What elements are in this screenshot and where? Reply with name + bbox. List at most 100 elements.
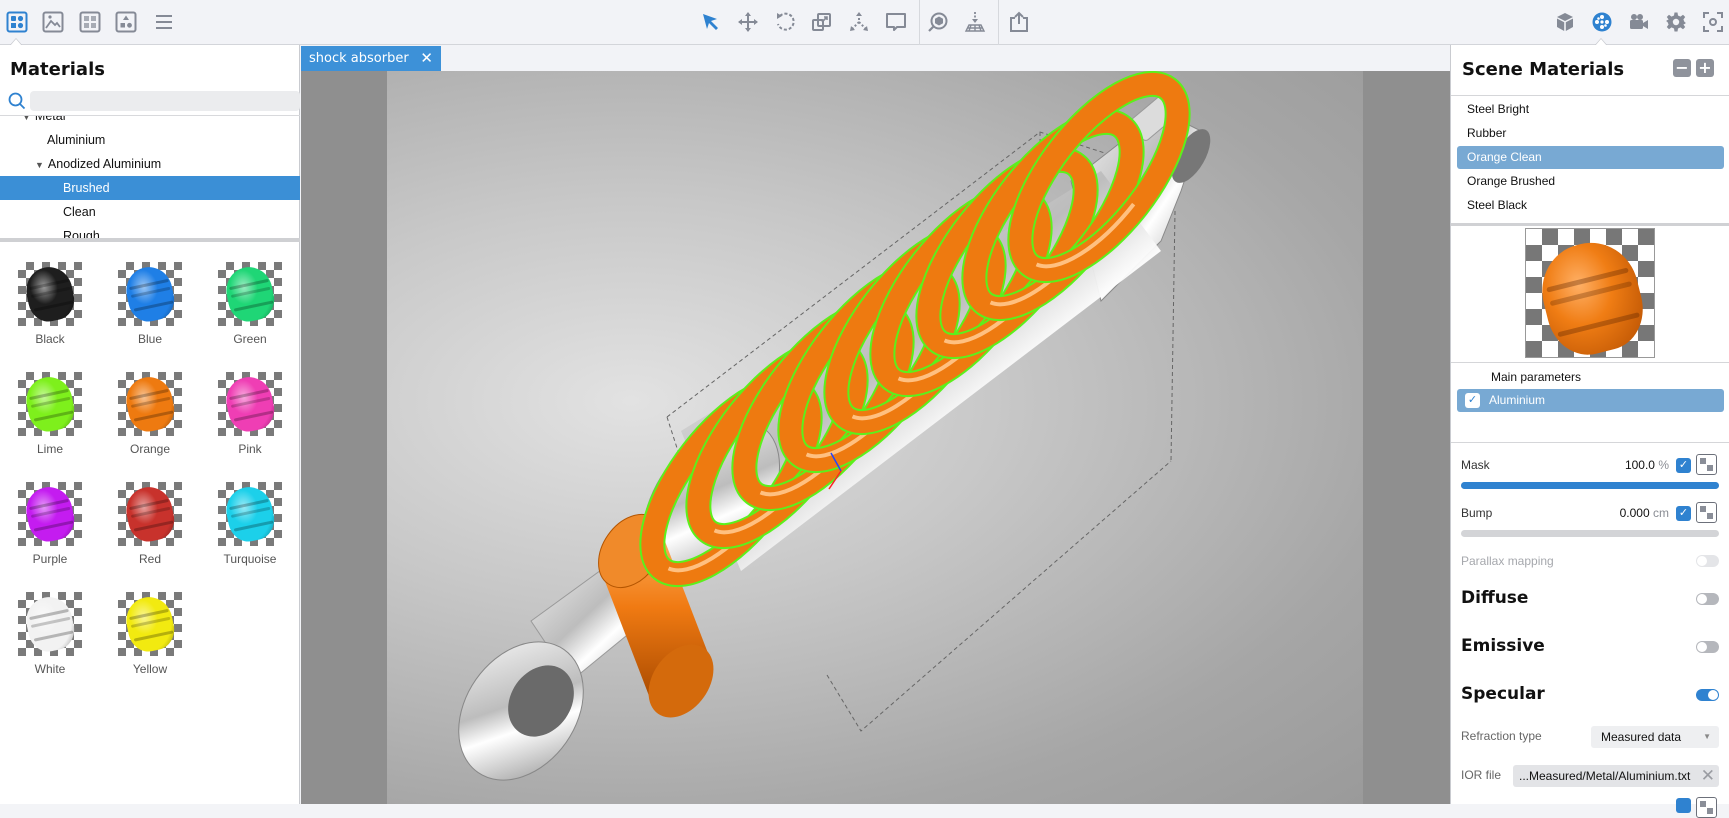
materials-library-icon — [6, 11, 28, 33]
material-swatch-red[interactable]: Red — [100, 462, 200, 572]
settings-icon — [1666, 12, 1686, 32]
screenshot-button[interactable] — [1700, 9, 1726, 35]
diffuse-toggle[interactable] — [1696, 593, 1719, 605]
mask-value[interactable]: 100.0 % — [1625, 458, 1669, 472]
layer-aluminium[interactable]: ✓ Aluminium — [1457, 389, 1724, 412]
swatch-label: Orange — [129, 442, 171, 456]
ior-file-field[interactable]: ...Measured/Metal/Aluminium.txt ✕ — [1513, 765, 1719, 787]
mask-slider[interactable] — [1461, 482, 1719, 489]
tree-item-label: Aluminium — [47, 133, 106, 147]
swatch-thumbnail — [118, 262, 182, 326]
tab-shock-absorber[interactable]: shock absorber ✕ — [301, 46, 441, 71]
tree-item-metal[interactable]: ▼ Metal — [0, 116, 300, 129]
layer-checkbox[interactable]: ✓ — [1465, 393, 1480, 408]
rotate-tool-button[interactable] — [772, 9, 798, 35]
swatch-label: Lime — [36, 442, 63, 456]
scene-material-orange-brushed[interactable]: Orange Brushed — [1457, 170, 1724, 193]
materials-library-button[interactable] — [4, 9, 30, 35]
drop-to-floor-button[interactable] — [962, 9, 988, 35]
divider — [1451, 442, 1729, 443]
export-button[interactable] — [1006, 9, 1032, 35]
3d-viewport[interactable] — [301, 71, 1450, 804]
main-parameters-label: Main parameters — [1491, 370, 1582, 384]
mask-checkbox[interactable]: ✓ — [1676, 458, 1691, 473]
scene-material-steel-bright[interactable]: Steel Bright — [1457, 98, 1724, 121]
swatch-ball — [21, 372, 79, 436]
swatch-label: Purple — [32, 552, 68, 566]
bump-label: Bump — [1461, 506, 1493, 520]
search-input[interactable] — [30, 91, 300, 111]
specular-toggle[interactable] — [1696, 689, 1719, 701]
mask-number: 100.0 — [1624, 458, 1655, 472]
bump-checkbox[interactable]: ✓ — [1676, 506, 1691, 521]
material-swatch-green[interactable]: Green — [200, 242, 300, 352]
refraction-type-label: Refraction type — [1461, 729, 1542, 743]
move-tool-button[interactable] — [735, 9, 761, 35]
swatch-ball — [221, 372, 279, 436]
refraction-type-select[interactable]: Measured data ▼ — [1591, 726, 1719, 748]
drop-to-floor-icon — [964, 12, 986, 32]
material-swatch-pink[interactable]: Pink — [200, 352, 300, 462]
expand-triangle-icon[interactable]: ▼ — [22, 116, 31, 129]
mask-unit: % — [1658, 458, 1669, 472]
material-swatch-blue[interactable]: Blue — [100, 242, 200, 352]
scene-button[interactable] — [113, 9, 139, 35]
remove-material-button[interactable]: − — [1673, 59, 1691, 77]
material-preview — [1525, 228, 1655, 358]
material-swatch-lime[interactable]: Lime — [0, 352, 100, 462]
clear-file-icon[interactable]: ✕ — [1701, 765, 1715, 787]
scale-tool-button[interactable] — [809, 9, 835, 35]
pivot-tool-button[interactable] — [846, 9, 872, 35]
settings-button[interactable] — [1663, 9, 1689, 35]
scene-material-rubber[interactable]: Rubber — [1457, 122, 1724, 145]
emissive-toggle[interactable] — [1696, 641, 1719, 653]
search-row — [6, 90, 300, 112]
close-tab-icon[interactable]: ✕ — [420, 46, 433, 71]
bump-slider[interactable] — [1461, 530, 1719, 537]
environment-button[interactable] — [40, 9, 66, 35]
swatch-thumbnail — [118, 372, 182, 436]
panel-splitter[interactable] — [1451, 223, 1729, 226]
next-row-checkbox[interactable] — [1676, 798, 1691, 813]
swatch-label: Blue — [137, 332, 163, 346]
tree-item-label: Brushed — [63, 181, 110, 195]
swatch-label: Black — [35, 332, 65, 346]
bump-unit: cm — [1653, 506, 1669, 520]
material-swatch-turquoise[interactable]: Turquoise — [200, 462, 300, 572]
divider — [1451, 362, 1729, 363]
select-tool-button[interactable] — [698, 9, 724, 35]
material-swatch-yellow[interactable]: Yellow — [100, 572, 200, 682]
scene-object-button[interactable] — [1552, 9, 1578, 35]
expand-triangle-icon[interactable]: ▼ — [35, 153, 44, 177]
tree-item-anodized-aluminium[interactable]: ▼ Anodized Aluminium — [0, 152, 300, 176]
menu-button[interactable] — [151, 9, 177, 35]
dropdown-arrow-icon: ▼ — [1703, 732, 1711, 741]
inspect-button[interactable] — [925, 9, 951, 35]
scene-material-orange-clean[interactable]: Orange Clean — [1457, 146, 1724, 169]
annotation-tool-button[interactable] — [883, 9, 909, 35]
mask-texture-button[interactable] — [1696, 454, 1717, 475]
tree-item-brushed[interactable]: Brushed — [0, 176, 300, 200]
bump-texture-button[interactable] — [1696, 502, 1717, 523]
tree-item-clean[interactable]: Clean — [0, 200, 300, 224]
swatch-thumbnail — [218, 372, 282, 436]
material-swatch-purple[interactable]: Purple — [0, 462, 100, 572]
material-swatch-orange[interactable]: Orange — [100, 352, 200, 462]
material-editor-button[interactable] — [1589, 9, 1615, 35]
scene-material-steel-black[interactable]: Steel Black — [1457, 194, 1724, 217]
material-swatch-white[interactable]: White — [0, 572, 100, 682]
camera-button[interactable] — [1626, 9, 1652, 35]
textures-button[interactable] — [77, 9, 103, 35]
add-material-button[interactable]: + — [1696, 59, 1714, 77]
swatch-label: Pink — [238, 442, 262, 456]
swatch-label: Turquoise — [223, 552, 277, 566]
material-swatch-black[interactable]: Black — [0, 242, 100, 352]
tree-item-aluminium[interactable]: Aluminium — [0, 128, 300, 152]
next-row-texture-button[interactable] — [1696, 797, 1717, 818]
parallax-toggle[interactable] — [1696, 555, 1719, 567]
export-icon — [1010, 11, 1028, 32]
shock-absorber-render — [458, 71, 1211, 781]
bump-value[interactable]: 0.000 cm — [1620, 506, 1669, 520]
tree-item-rough[interactable]: Rough — [0, 224, 300, 239]
swatch-thumbnail — [18, 482, 82, 546]
